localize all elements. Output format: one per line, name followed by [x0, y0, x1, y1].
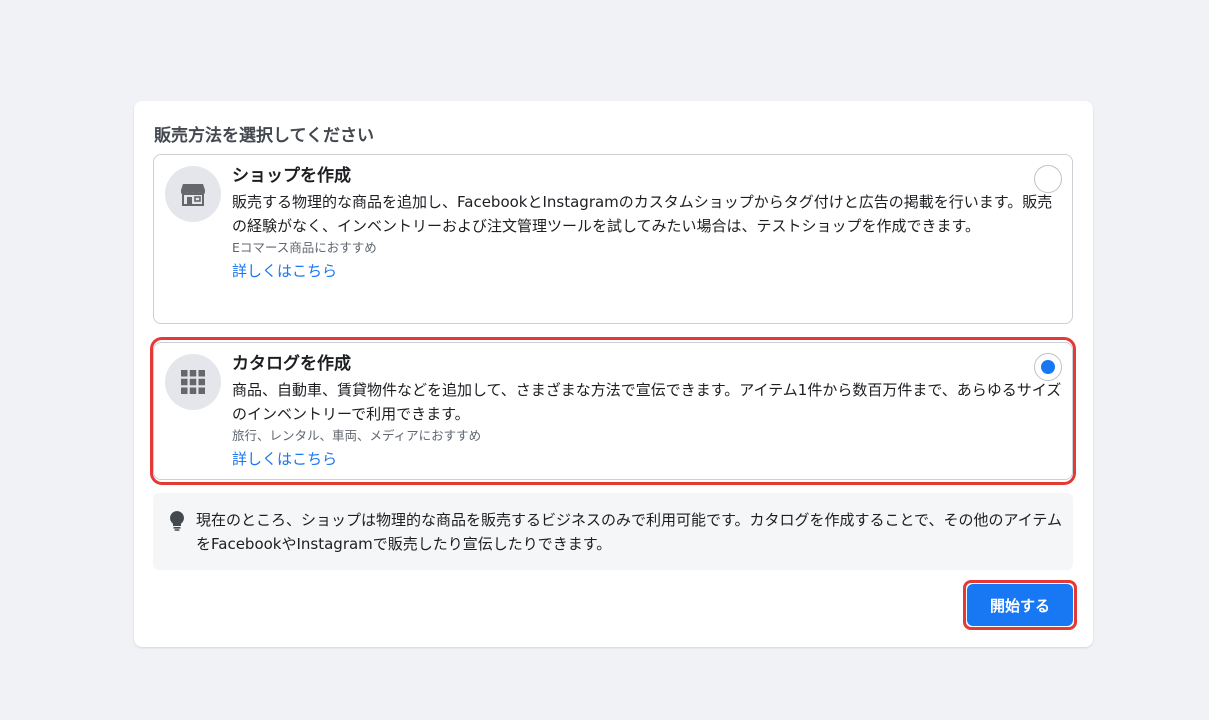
option-title: ショップを作成	[232, 166, 351, 186]
learn-more-link[interactable]: 詳しくはこちら	[232, 446, 337, 472]
option-recommendation: Eコマース商品におすすめ	[232, 240, 377, 255]
learn-more-link[interactable]: 詳しくはこちら	[232, 258, 337, 284]
grid-icon	[165, 354, 221, 410]
option-title: カタログを作成	[232, 354, 351, 374]
notice-text: 現在のところ、ショップは物理的な商品を販売するビジネスのみで利用可能です。カタロ…	[196, 511, 1062, 553]
lightbulb-icon	[170, 511, 184, 531]
start-button[interactable]: 開始する	[967, 584, 1073, 626]
storefront-icon	[165, 166, 221, 222]
select-sales-method-dialog: 販売方法を選択してください ショップを作成 販売する物理的な商品を追加し、Fac…	[134, 101, 1093, 647]
option-create-shop[interactable]: ショップを作成 販売する物理的な商品を追加し、FacebookとInstagra…	[153, 154, 1073, 324]
option-recommendation: 旅行、レンタル、車両、メディアにおすすめ	[232, 428, 482, 443]
radio-create-shop[interactable]	[1034, 165, 1062, 193]
radio-create-catalog[interactable]	[1034, 353, 1062, 381]
option-description: 販売する物理的な商品を追加し、FacebookとInstagramのカスタムショ…	[232, 193, 1053, 235]
dialog-title: 販売方法を選択してください	[154, 126, 374, 146]
info-notice: 現在のところ、ショップは物理的な商品を販売するビジネスのみで利用可能です。カタロ…	[153, 493, 1073, 570]
option-description: 商品、自動車、賃貸物件などを追加して、さまざまな方法で宣伝できます。アイテム1件…	[232, 381, 1062, 423]
option-create-catalog[interactable]: カタログを作成 商品、自動車、賃貸物件などを追加して、さまざまな方法で宣伝できま…	[153, 342, 1073, 480]
